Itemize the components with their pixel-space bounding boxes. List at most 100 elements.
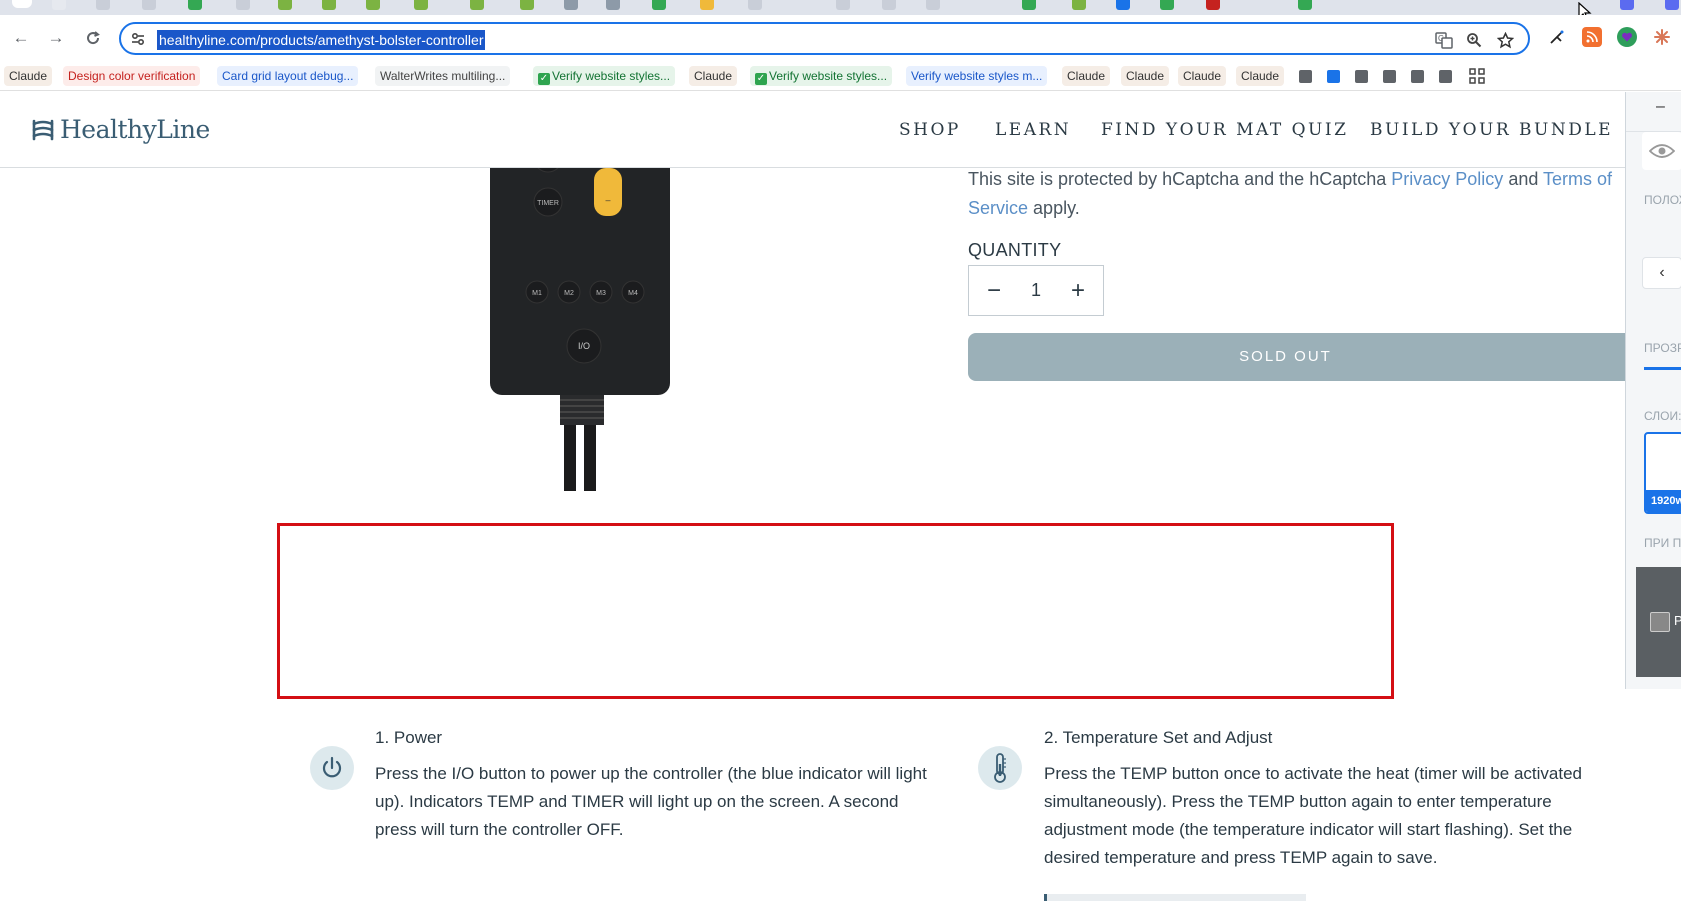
tab[interactable] — [748, 0, 762, 10]
tab[interactable] — [606, 0, 620, 10]
tab-strip[interactable] — [0, 0, 1681, 15]
feature-temperature-body: Press the TEMP button once to activate t… — [1044, 764, 1582, 867]
bookmark-label: Verify website styles... — [552, 69, 671, 83]
tab[interactable] — [926, 0, 940, 10]
tab[interactable] — [96, 0, 110, 10]
bookmark[interactable]: Claude — [1062, 66, 1111, 86]
tab[interactable] — [652, 0, 666, 10]
bookmark[interactable]: WalterWrites multiling... — [375, 66, 511, 86]
tab[interactable] — [882, 0, 896, 10]
tab[interactable] — [278, 0, 292, 10]
overlay-checkbox[interactable] — [1650, 612, 1670, 632]
tab[interactable] — [236, 0, 250, 10]
site-logo[interactable]: HealthyLine — [30, 115, 210, 144]
tab[interactable] — [1116, 0, 1130, 10]
bookmark-favicon[interactable] — [1383, 70, 1396, 83]
tab[interactable] — [1206, 0, 1220, 10]
tab[interactable] — [1160, 0, 1174, 10]
quantity-value[interactable]: 1 — [1031, 280, 1041, 301]
bookmark-label: Verify website styles... — [769, 69, 888, 83]
eye-icon — [1649, 144, 1675, 158]
controller-minus-button — [594, 168, 622, 216]
bookmark[interactable]: Claude — [1236, 66, 1285, 86]
bookmark-favicon[interactable] — [1355, 70, 1368, 83]
url-text[interactable]: healthyline.com/products/amethyst-bolste… — [157, 30, 486, 50]
tab[interactable] — [470, 0, 484, 10]
nav-shop[interactable]: SHOP — [899, 120, 961, 140]
extension-icon[interactable] — [1547, 27, 1567, 47]
tab[interactable] — [1072, 0, 1086, 10]
bookmark-label: Claude — [1126, 69, 1165, 83]
zoom-icon[interactable] — [1464, 30, 1484, 50]
minimize-button[interactable]: – — [1656, 98, 1665, 116]
tab[interactable] — [1665, 0, 1679, 10]
back-button[interactable]: ← — [10, 27, 32, 49]
transparency-slider[interactable] — [1644, 367, 1681, 370]
controller-minus-label: – — [605, 195, 610, 205]
quantity-increase-button[interactable]: + — [1067, 277, 1089, 305]
heart-extension-icon[interactable] — [1617, 27, 1637, 47]
translate-icon[interactable]: G — [1434, 30, 1454, 50]
bookmark[interactable]: Verify website styles m... — [906, 66, 1048, 86]
bookmark[interactable]: ✓ Verify website styles... — [750, 66, 893, 86]
nav-learn[interactable]: LEARN — [995, 120, 1071, 140]
active-tab[interactable] — [12, 0, 32, 8]
browser-toolbar: ← → healthyline.com/products/amethyst-bo… — [0, 15, 1681, 61]
reload-icon[interactable] — [82, 27, 104, 49]
tab[interactable] — [414, 0, 428, 10]
bookmark-label: Claude — [1067, 69, 1106, 83]
controller-timer-label: TIMER — [537, 200, 559, 207]
bookmark-favicon[interactable] — [1299, 70, 1312, 83]
claude-extension-icon[interactable] — [1652, 27, 1672, 47]
overlay-toggle-label: Р — [1674, 613, 1681, 628]
bookmark-favicon[interactable] — [1439, 70, 1452, 83]
rss-extension-icon[interactable] — [1582, 27, 1602, 47]
bookmark-label: Card grid layout debug... — [222, 69, 354, 83]
tab[interactable] — [322, 0, 336, 10]
power-icon — [310, 746, 354, 790]
transparency-label: ПРОЗР — [1644, 341, 1681, 355]
controller-cable — [564, 425, 576, 491]
tab[interactable] — [1022, 0, 1036, 10]
tab[interactable] — [1620, 0, 1634, 10]
quantity-stepper: − 1 + — [968, 265, 1104, 316]
tab[interactable] — [52, 0, 66, 10]
extension-side-panel: – ПОЛОЖ ‹ ПРОЗР СЛОИ: 1920w ПРИ ПО Р — [1625, 92, 1681, 689]
bookmark[interactable]: ✓ Verify website styles... — [533, 66, 676, 86]
bookmark[interactable]: Claude — [689, 66, 738, 86]
site-settings-icon[interactable] — [129, 30, 147, 48]
bookmark[interactable]: Claude — [1178, 66, 1227, 86]
bookmark[interactable]: Claude — [4, 66, 53, 86]
nav-build-your-bundle[interactable]: BUILD YOUR BUNDLE — [1370, 120, 1613, 140]
address-bar[interactable]: healthyline.com/products/amethyst-bolste… — [119, 22, 1530, 55]
visibility-toggle[interactable] — [1642, 132, 1681, 170]
tab[interactable] — [836, 0, 850, 10]
feature-progress-bar — [1044, 894, 1306, 901]
tab[interactable] — [700, 0, 714, 10]
tab[interactable] — [564, 0, 578, 10]
apps-grid-icon[interactable] — [1469, 68, 1485, 84]
tab[interactable] — [520, 0, 534, 10]
chevron-left-icon[interactable]: ‹ — [1642, 257, 1681, 289]
tab[interactable] — [142, 0, 156, 10]
highlight-box — [277, 523, 1394, 699]
forward-button[interactable]: → — [45, 27, 67, 49]
bookmark-label: Design color verification — [68, 69, 196, 83]
bookmark[interactable]: Claude — [1121, 66, 1170, 86]
bookmark-favicon[interactable] — [1327, 70, 1340, 83]
tab[interactable] — [188, 0, 202, 10]
bookmark[interactable]: Design color verification — [63, 66, 201, 86]
tab[interactable] — [1298, 0, 1312, 10]
bookmark[interactable]: Card grid layout debug... — [217, 66, 359, 86]
sold-out-button[interactable]: SOLD OUT — [968, 333, 1633, 381]
privacy-policy-link[interactable]: Privacy Policy — [1391, 169, 1503, 189]
nav-find-your-mat-quiz[interactable]: FIND YOUR MAT QUIZ — [1101, 120, 1348, 140]
tab[interactable] — [366, 0, 380, 10]
product-image: – TIMER M1 M2 M3 M4 I/O — [490, 168, 670, 491]
bookmark-label: WalterWrites multiling... — [380, 69, 506, 83]
bookmark-star-icon[interactable] — [1495, 30, 1515, 50]
bookmark-label: Verify website styles m... — [911, 69, 1043, 83]
layer-thumbnail[interactable]: 1920w — [1644, 432, 1681, 514]
quantity-decrease-button[interactable]: − — [983, 277, 1005, 305]
bookmark-favicon[interactable] — [1411, 70, 1424, 83]
